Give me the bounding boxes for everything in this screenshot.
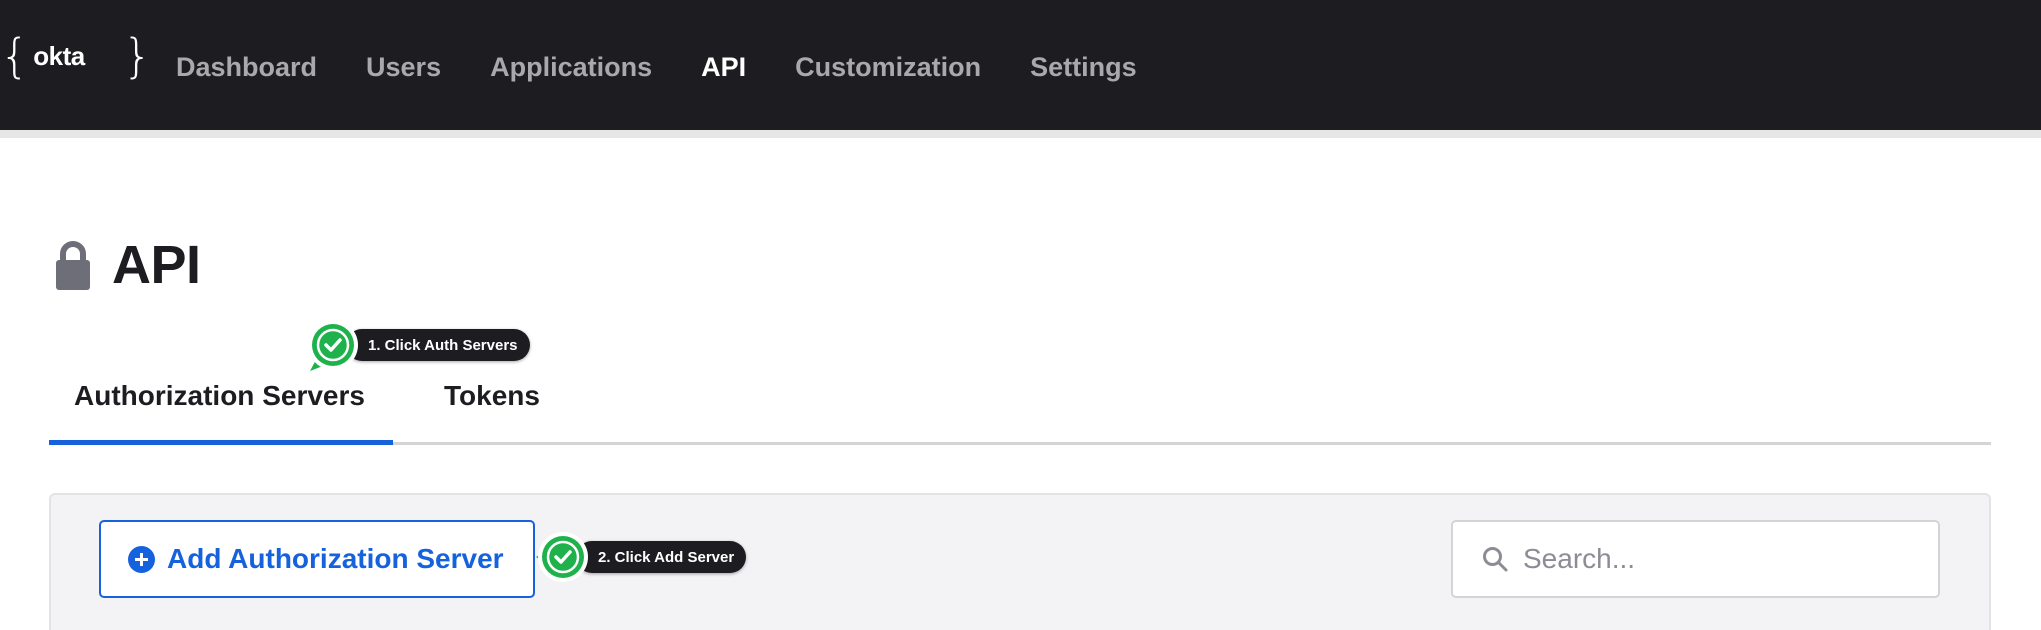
page-title: API: [112, 235, 201, 295]
callout-text: 2. Click Add Server: [576, 541, 747, 573]
nav-item-applications[interactable]: Applications: [490, 52, 652, 83]
plus-circle-icon: [128, 545, 155, 573]
tab-tokens[interactable]: Tokens: [444, 380, 540, 412]
callout-text: 1. Click Auth Servers: [346, 329, 530, 361]
check-icon: [536, 530, 590, 584]
lock-icon: [56, 240, 90, 290]
logo-right-brace: }: [122, 29, 153, 83]
nav-item-users[interactable]: Users: [366, 52, 441, 83]
callout-click-auth-servers: 1. Click Auth Servers: [306, 318, 530, 372]
main-nav: Dashboard Users Applications API Customi…: [176, 52, 1186, 83]
logo-left-brace: {: [0, 29, 30, 83]
add-authorization-server-label: Add Authorization Server: [167, 543, 504, 574]
search-icon: [1481, 545, 1509, 573]
nav-item-api[interactable]: API: [701, 52, 746, 83]
search-input[interactable]: [1523, 543, 1923, 575]
tab-authorization-servers[interactable]: Authorization Servers: [74, 380, 365, 412]
okta-logo[interactable]: { okta }: [0, 30, 152, 82]
search-box[interactable]: [1451, 520, 1940, 598]
check-icon: [306, 318, 360, 372]
api-tabs: Authorization Servers Tokens: [49, 370, 1991, 445]
callout-click-add-server: 2. Click Add Server: [536, 530, 747, 584]
page-header: API: [56, 234, 201, 296]
active-tab-indicator: [49, 440, 393, 445]
logo-text: okta: [33, 40, 85, 71]
topbar-divider: [0, 130, 2041, 138]
nav-item-customization[interactable]: Customization: [795, 52, 981, 83]
nav-item-dashboard[interactable]: Dashboard: [176, 52, 317, 83]
nav-item-settings[interactable]: Settings: [1030, 52, 1137, 83]
top-navigation-bar: { okta } Dashboard Users Applications AP…: [0, 0, 2041, 130]
add-authorization-server-button[interactable]: Add Authorization Server: [99, 520, 535, 598]
